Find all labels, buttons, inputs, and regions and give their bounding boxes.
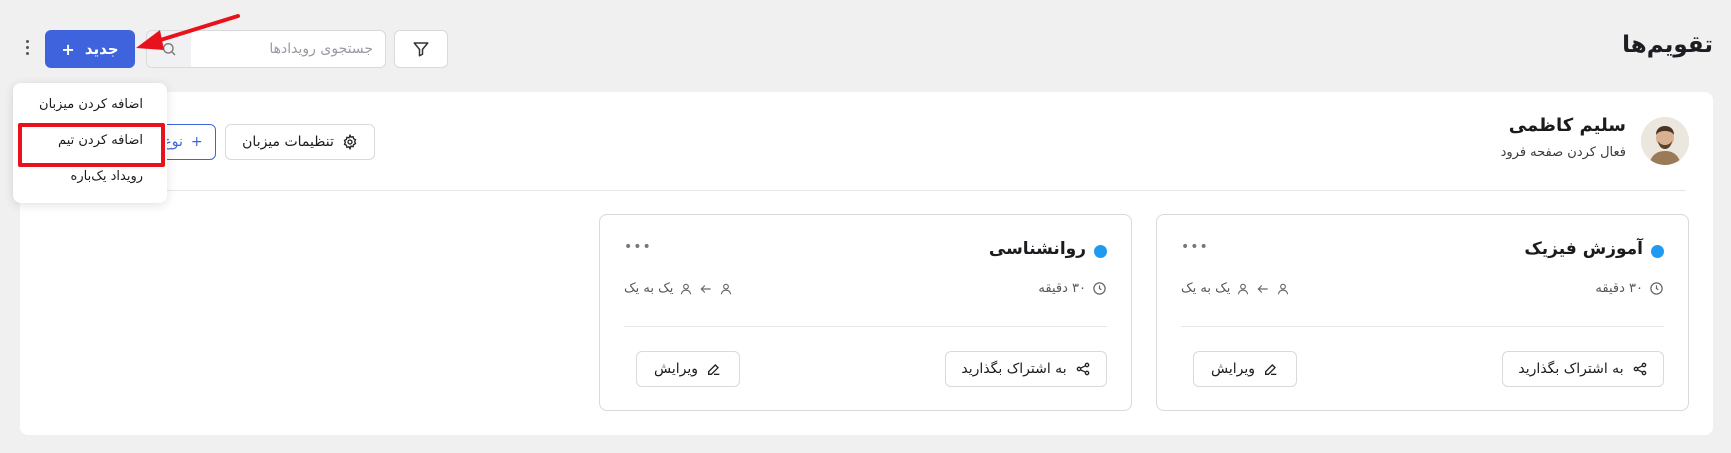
duration-text: ۳۰ دقیقه bbox=[1595, 281, 1643, 296]
more-options-icon[interactable]: ••• bbox=[624, 239, 652, 255]
edit-label: ویرایش bbox=[1210, 361, 1256, 377]
event-color-dot bbox=[1651, 245, 1664, 258]
host-settings-button[interactable]: تنظیمات میزبان bbox=[225, 124, 375, 160]
new-button-label: جدید bbox=[84, 40, 119, 58]
arrow-icon bbox=[1257, 284, 1269, 293]
clock-icon bbox=[1093, 282, 1106, 295]
host-settings-label: تنظیمات میزبان bbox=[242, 134, 334, 150]
landing-page-link[interactable]: فعال کردن صفحه فرود bbox=[1501, 145, 1626, 160]
edit-button[interactable]: ویرایش bbox=[1193, 351, 1297, 387]
annotation-highlight-box bbox=[18, 123, 165, 167]
share-button[interactable]: به اشتراک بگذارید bbox=[945, 351, 1107, 387]
more-options-icon[interactable]: ••• bbox=[1181, 239, 1209, 255]
filter-icon bbox=[413, 42, 429, 57]
menu-item-one-off-event[interactable]: رویداد یک‌باره bbox=[71, 169, 143, 184]
mode-text: یک به یک bbox=[624, 281, 674, 296]
edit-button[interactable]: ویرایش bbox=[636, 351, 740, 387]
event-duration: ۳۰ دقیقه bbox=[1595, 281, 1664, 296]
plus-icon: + bbox=[61, 39, 75, 59]
user-icon bbox=[1238, 283, 1249, 294]
event-duration: ۳۰ دقیقه bbox=[1038, 281, 1107, 296]
avatar bbox=[1641, 117, 1689, 165]
clock-icon bbox=[1650, 282, 1663, 295]
card-divider bbox=[1181, 326, 1664, 327]
card-divider bbox=[624, 326, 1107, 327]
new-button[interactable]: جدید + bbox=[45, 30, 135, 68]
share-icon bbox=[1076, 362, 1089, 376]
filter-button[interactable] bbox=[394, 30, 448, 68]
user-icon bbox=[681, 283, 692, 294]
edit-label: ویرایش bbox=[653, 361, 699, 377]
event-color-dot bbox=[1094, 245, 1107, 258]
divider bbox=[48, 190, 1686, 191]
page-title: تقویم‌ها bbox=[1622, 32, 1713, 58]
more-options-icon[interactable] bbox=[20, 40, 34, 60]
user-icon bbox=[1278, 283, 1289, 294]
pencil-icon bbox=[1265, 364, 1277, 375]
arrow-icon bbox=[700, 284, 712, 293]
menu-item-add-host[interactable]: اضافه کردن میزبان bbox=[39, 97, 143, 112]
event-title: آموزش فیزیک bbox=[1524, 239, 1643, 259]
host-name: سلیم کاظمی bbox=[1508, 115, 1626, 136]
event-mode: یک به یک bbox=[1181, 281, 1290, 296]
gear-icon bbox=[343, 134, 357, 150]
event-card-psychology[interactable]: روانشناسی ••• ۳۰ دقیقه یک به یک به اشترا… bbox=[599, 214, 1132, 411]
event-card-physics[interactable]: آموزش فیزیک ••• ۳۰ دقیقه یک به یک به اشت… bbox=[1156, 214, 1689, 411]
event-mode: یک به یک bbox=[624, 281, 733, 296]
share-label: به اشتراک بگذارید bbox=[1518, 361, 1624, 377]
user-icon bbox=[721, 283, 732, 294]
mode-text: یک به یک bbox=[1181, 281, 1231, 296]
event-title: روانشناسی bbox=[988, 239, 1086, 259]
share-label: به اشتراک بگذارید bbox=[961, 361, 1067, 377]
plus-icon: + bbox=[190, 134, 203, 150]
pencil-icon bbox=[708, 364, 720, 375]
annotation-arrow-icon bbox=[136, 14, 240, 50]
share-icon bbox=[1633, 362, 1646, 376]
share-button[interactable]: به اشتراک بگذارید bbox=[1502, 351, 1664, 387]
duration-text: ۳۰ دقیقه bbox=[1038, 281, 1086, 296]
